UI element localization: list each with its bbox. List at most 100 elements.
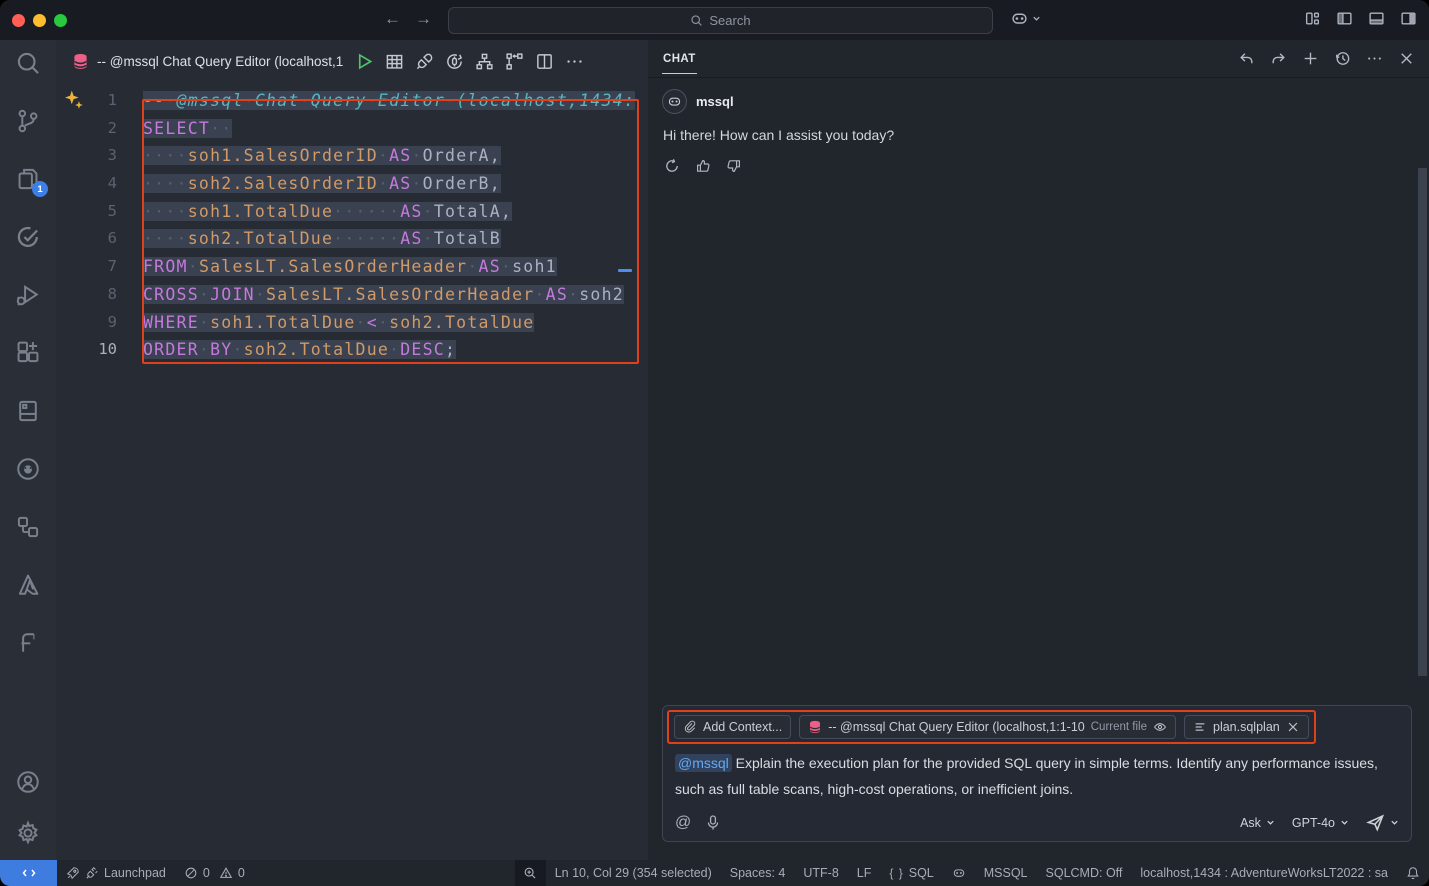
code-line[interactable]: 4····soh2.SalesOrderID·AS·OrderB, <box>56 170 648 198</box>
indentation-status[interactable]: Spaces: 4 <box>721 860 795 886</box>
mssql-status[interactable]: MSSQL <box>975 860 1037 886</box>
thumbs-up-button[interactable] <box>695 158 711 174</box>
code-line[interactable]: 2SELECT·· <box>56 115 648 143</box>
sidebar-item-sql-connections[interactable] <box>15 514 41 540</box>
azure-icon <box>15 572 41 598</box>
code-line[interactable]: 6····soh2.TotalDue······AS·TotalB <box>56 225 648 253</box>
database-projects-icon <box>15 398 41 424</box>
eye-icon[interactable] <box>1153 720 1167 734</box>
at-mention-button[interactable]: @ <box>675 814 691 832</box>
annotation-rectangle-context: Add Context... -- @mssql Chat Query Edito… <box>667 710 1316 744</box>
editor-group: -- @mssql Chat Query Editor (localhost,1… <box>56 40 648 860</box>
mssql-mention-chip[interactable]: @mssql <box>675 754 732 772</box>
regenerate-button[interactable] <box>664 158 680 174</box>
zoom-window-button[interactable] <box>54 14 67 27</box>
copilot-icon <box>952 866 966 880</box>
selection-highlight: CROSS·JOIN·SalesLT.SalesOrderHeader·AS·s… <box>143 285 624 304</box>
current-file-chip[interactable]: -- @mssql Chat Query Editor (localhost,1… <box>799 715 1176 739</box>
more-actions-button[interactable] <box>565 52 584 71</box>
chat-more-actions-button[interactable] <box>1366 50 1383 67</box>
code-line[interactable]: 1--·@mssql·Chat·Query·Editor·(localhost,… <box>56 87 648 115</box>
back-arrow-icon[interactable]: ← <box>384 9 401 29</box>
selection-highlight: FROM·SalesLT.SalesOrderHeader·AS·soh1 <box>143 257 557 276</box>
add-context-chip-label: Add Context... <box>703 720 782 734</box>
add-context-chip[interactable]: Add Context... <box>674 715 791 739</box>
run-query-button[interactable] <box>355 52 374 71</box>
cursor-position-status[interactable]: Ln 10, Col 29 (354 selected) <box>546 860 721 886</box>
sidebar-item-github[interactable] <box>15 456 41 482</box>
copilot-icon <box>1010 9 1029 28</box>
code-editor[interactable]: 1--·@mssql·Chat·Query·Editor·(localhost,… <box>56 82 648 860</box>
sidebar-item-explorer[interactable]: 1 <box>15 166 41 192</box>
chat-show-chats-button[interactable] <box>1334 50 1351 67</box>
sidebar-item-azure[interactable] <box>15 572 41 598</box>
sidebar-item-source-control[interactable] <box>15 108 41 134</box>
split-editor-button[interactable] <box>535 52 554 71</box>
close-window-button[interactable] <box>12 14 25 27</box>
code-line[interactable]: 10ORDER·BY·soh2.TotalDue·DESC; <box>56 336 648 364</box>
sidebar-item-extensions[interactable] <box>15 340 41 366</box>
language-mode-status[interactable]: { }SQL <box>880 860 942 886</box>
sidebar-item-testing[interactable] <box>15 224 41 250</box>
code-line[interactable]: 3····soh1.SalesOrderID·AS·OrderA, <box>56 142 648 170</box>
toggle-primary-sidebar-icon[interactable] <box>1336 10 1353 27</box>
plug-icon <box>85 866 99 880</box>
problems-status-item[interactable]: 0 0 <box>175 860 254 886</box>
bell-icon <box>1406 866 1420 880</box>
send-button[interactable] <box>1366 813 1399 832</box>
launchpad-status-item[interactable]: Launchpad <box>57 860 175 886</box>
toggle-panel-icon[interactable] <box>1368 10 1385 27</box>
notifications-bell[interactable] <box>1397 860 1429 886</box>
sidebar-item-search[interactable] <box>15 50 41 76</box>
tab-chat[interactable]: CHAT <box>662 43 697 74</box>
mode-dropdown[interactable]: Ask <box>1240 816 1275 830</box>
chat-redo-button[interactable] <box>1270 50 1287 67</box>
results-grid-button[interactable] <box>385 52 404 71</box>
plan-file-chip[interactable]: plan.sqlplan <box>1184 715 1309 739</box>
thumbs-down-button[interactable] <box>726 158 742 174</box>
code-line[interactable]: 9WHERE·soh1.TotalDue·<·soh2.TotalDue <box>56 309 648 337</box>
sidebar-item-fabric[interactable] <box>15 630 41 656</box>
minimize-window-button[interactable] <box>33 14 46 27</box>
customize-layout-icon[interactable] <box>1304 10 1321 27</box>
command-center-search[interactable]: Search <box>448 7 993 34</box>
chat-new-chat-button[interactable] <box>1302 50 1319 67</box>
change-connection-button[interactable] <box>445 52 464 71</box>
close-icon[interactable] <box>1286 720 1300 734</box>
encoding-status[interactable]: UTF-8 <box>794 860 847 886</box>
copilot-menu[interactable] <box>1010 9 1041 28</box>
estimated-plan-button[interactable] <box>475 52 494 71</box>
chat-close-button[interactable] <box>1398 50 1415 67</box>
remote-indicator[interactable] <box>0 860 57 886</box>
actual-plan-button[interactable] <box>505 52 524 71</box>
sqlcmd-status[interactable]: SQLCMD: Off <box>1037 860 1132 886</box>
editor-tab[interactable]: -- @mssql Chat Query Editor (localhost,1 <box>56 40 353 82</box>
warning-icon <box>219 866 233 880</box>
editor-tab-bar: -- @mssql Chat Query Editor (localhost,1 <box>56 40 648 82</box>
zoom-status-item[interactable] <box>515 860 546 886</box>
status-bar: Launchpad 0 0 Ln 10, Col 29 (354 selecte… <box>0 860 1429 886</box>
chat-undo-button[interactable] <box>1238 50 1255 67</box>
toggle-secondary-sidebar-icon[interactable] <box>1400 10 1417 27</box>
connection-status[interactable]: localhost,1434 : AdventureWorksLT2022 : … <box>1131 860 1397 886</box>
accounts-icon <box>15 769 41 795</box>
sidebar-item-run-and-debug[interactable] <box>15 282 41 308</box>
sidebar-item-settings[interactable] <box>15 820 41 846</box>
eol-status[interactable]: LF <box>848 860 881 886</box>
code-text: ORDER·BY·soh2.TotalDue·DESC; <box>143 336 456 364</box>
error-icon <box>184 866 198 880</box>
mic-icon[interactable] <box>706 815 720 831</box>
copilot-status[interactable] <box>943 860 975 886</box>
disconnect-button[interactable] <box>415 52 434 71</box>
current-file-chip-label: -- @mssql Chat Query Editor (localhost,1… <box>828 720 1085 734</box>
code-line[interactable]: 8CROSS·JOIN·SalesLT.SalesOrderHeader·AS·… <box>56 281 648 309</box>
model-dropdown[interactable]: GPT-4o <box>1292 816 1349 830</box>
chat-scrollbar[interactable] <box>1418 168 1427 676</box>
code-line[interactable]: 7FROM·SalesLT.SalesOrderHeader·AS·soh1 <box>56 253 648 281</box>
forward-arrow-icon[interactable]: → <box>415 9 432 29</box>
sidebar-item-accounts[interactable] <box>15 769 41 795</box>
sidebar-item-database-projects[interactable] <box>15 398 41 424</box>
code-line[interactable]: 5····soh1.TotalDue······AS·TotalA, <box>56 198 648 226</box>
chat-prompt-text[interactable]: @mssql Explain the execution plan for th… <box>667 744 1401 802</box>
send-icon <box>1366 813 1385 832</box>
